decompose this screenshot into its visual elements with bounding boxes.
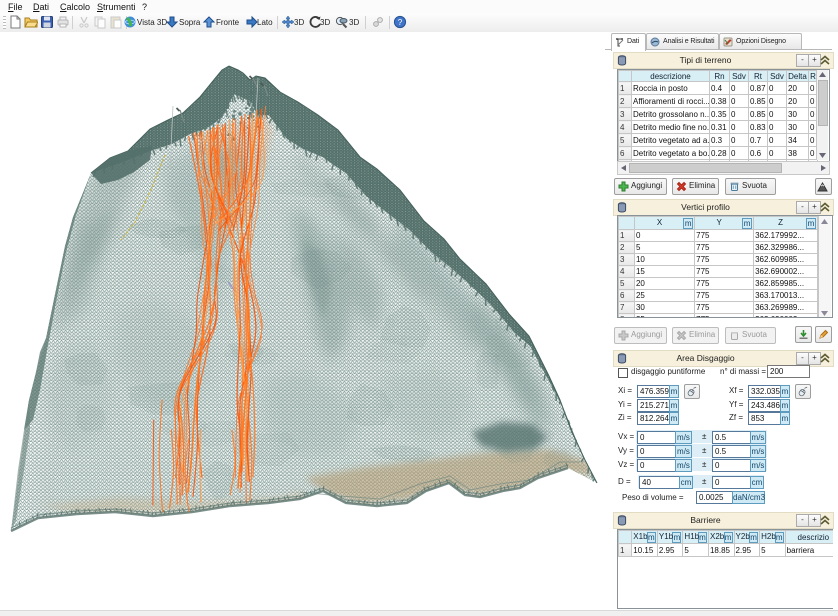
svg-text:?: ? [398, 18, 403, 27]
